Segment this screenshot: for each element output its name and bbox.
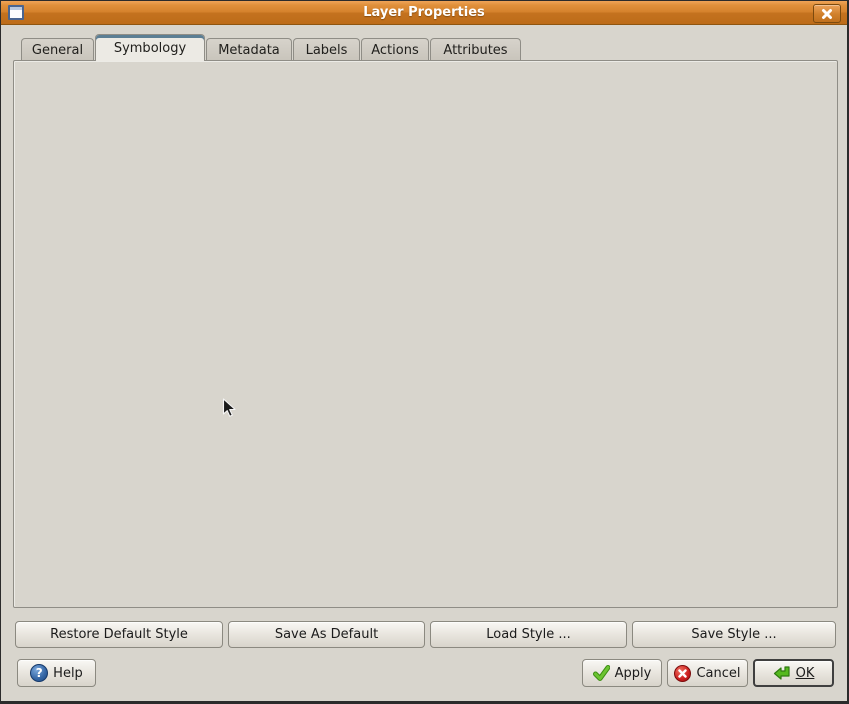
tab-labels[interactable]: Labels [293,38,360,61]
tab-bar: General Symbology Metadata Labels Action… [21,34,522,61]
symbology-page [13,60,838,608]
button-label: Load Style ... [486,627,571,642]
apply-button[interactable]: Apply [582,659,662,687]
tab-label: Labels [306,43,348,58]
button-label: Restore Default Style [50,627,188,642]
layer-properties-dialog: Layer Properties General Symbology Metad… [0,0,849,704]
ok-return-arrow-icon [773,665,791,682]
tab-general[interactable]: General [21,38,94,61]
titlebar: Layer Properties [1,1,847,25]
window-title: Layer Properties [363,5,485,20]
tab-actions[interactable]: Actions [361,38,429,61]
tab-symbology[interactable]: Symbology [95,34,205,61]
save-as-default-button[interactable]: Save As Default [228,621,425,648]
window-menu-icon[interactable] [8,5,24,20]
save-style-button[interactable]: Save Style ... [632,621,836,648]
cancel-button[interactable]: Cancel [667,659,748,687]
restore-default-style-button[interactable]: Restore Default Style [15,621,223,648]
tab-label: Actions [371,43,419,58]
apply-check-icon [593,665,610,681]
tab-attributes[interactable]: Attributes [430,38,521,61]
close-icon [821,8,833,20]
button-label: Apply [615,666,652,681]
tab-label: Symbology [114,41,186,56]
ok-button[interactable]: OK [753,659,834,687]
button-label: OK [796,666,815,681]
tab-label: Metadata [218,43,280,58]
button-label: Save Style ... [691,627,776,642]
close-button[interactable] [813,4,841,23]
cancel-icon [674,665,691,682]
tab-metadata[interactable]: Metadata [206,38,292,61]
button-label: Help [53,666,83,681]
button-label: Save As Default [275,627,378,642]
tab-label: General [32,43,83,58]
button-label: Cancel [696,666,740,681]
tab-label: Attributes [443,43,507,58]
load-style-button[interactable]: Load Style ... [430,621,627,648]
help-button[interactable]: ? Help [17,659,96,687]
help-icon: ? [30,664,48,682]
